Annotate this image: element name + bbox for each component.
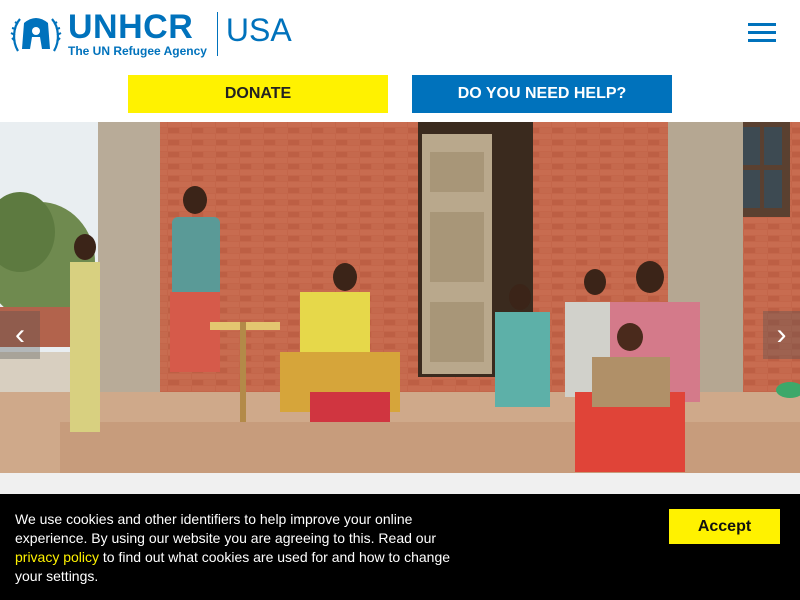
hero-carousel: ‹ › bbox=[0, 122, 800, 473]
cookie-text-before: We use cookies and other identifiers to … bbox=[15, 511, 437, 546]
hero-image bbox=[0, 122, 800, 473]
logo-wordmark: UNHCR The UN Refugee Agency bbox=[68, 7, 207, 58]
menu-bar bbox=[748, 23, 776, 26]
chevron-left-icon: ‹ bbox=[15, 318, 25, 351]
donate-button[interactable]: DONATE bbox=[128, 75, 388, 113]
unhcr-emblem-icon bbox=[10, 18, 62, 52]
carousel-prev-button[interactable]: ‹ bbox=[0, 311, 40, 359]
menu-bar bbox=[748, 39, 776, 42]
menu-bar bbox=[748, 31, 776, 34]
logo-tagline: The UN Refugee Agency bbox=[68, 43, 207, 58]
site-header: UNHCR The UN Refugee Agency USA DONATE D… bbox=[0, 0, 800, 123]
hamburger-menu-icon[interactable] bbox=[745, 20, 779, 46]
logo-main-text: UNHCR bbox=[68, 7, 194, 46]
chevron-right-icon: › bbox=[776, 318, 787, 351]
privacy-policy-link[interactable]: privacy policy bbox=[15, 549, 99, 565]
need-help-button[interactable]: DO YOU NEED HELP? bbox=[412, 75, 672, 113]
cookie-banner: We use cookies and other identifiers to … bbox=[0, 494, 800, 600]
logo-divider bbox=[216, 12, 218, 56]
content-strip bbox=[0, 473, 800, 494]
logo-country: USA bbox=[225, 12, 292, 48]
accept-cookies-button[interactable]: Accept bbox=[669, 509, 780, 544]
cookie-message: We use cookies and other identifiers to … bbox=[15, 510, 465, 586]
unhcr-usa-logo[interactable]: UNHCR The UN Refugee Agency USA bbox=[10, 10, 292, 58]
carousel-next-button[interactable]: › bbox=[763, 311, 800, 359]
